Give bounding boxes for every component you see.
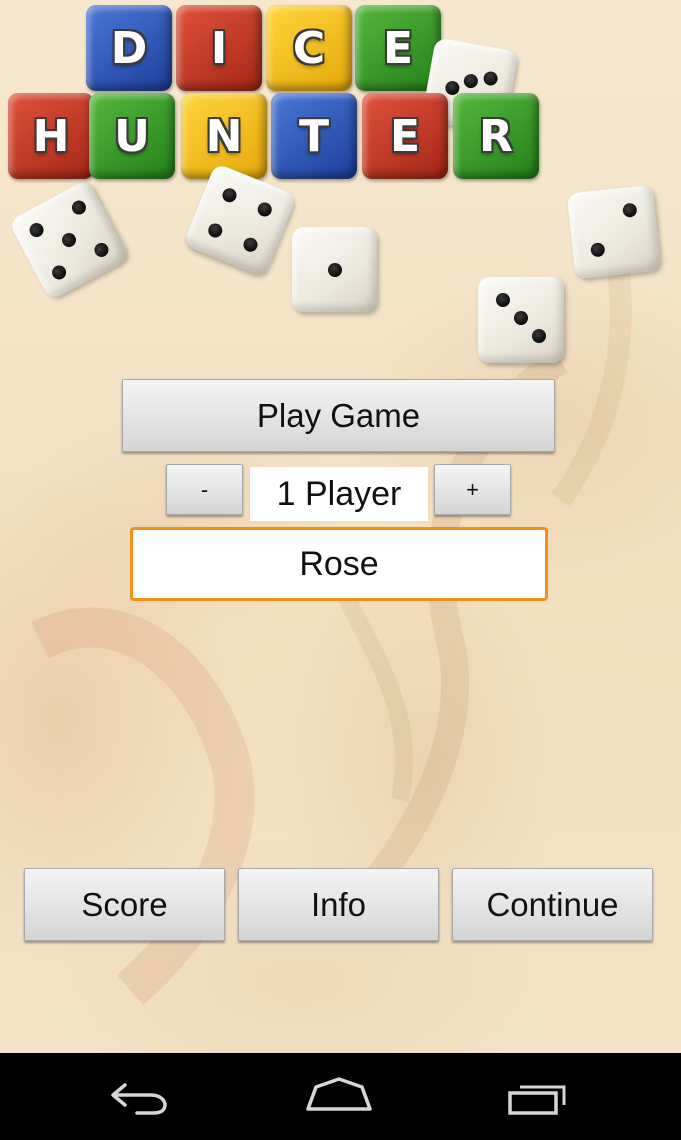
title-letter: N <box>205 110 243 162</box>
title-tile-u: U <box>89 93 175 179</box>
back-arrow-glyph <box>111 1082 167 1115</box>
info-button[interactable]: Info <box>238 868 439 941</box>
home-icon[interactable] <box>294 1053 384 1140</box>
die-two <box>566 184 662 280</box>
title-letter: H <box>32 110 70 162</box>
pip <box>49 262 69 282</box>
title-letter: U <box>114 110 150 162</box>
recent-apps-icon[interactable] <box>494 1053 584 1140</box>
pip <box>590 242 606 258</box>
score-button[interactable]: Score <box>24 868 225 941</box>
die-one <box>292 227 377 312</box>
pip <box>255 200 274 219</box>
die-four <box>182 162 298 278</box>
pip <box>69 198 89 218</box>
title-letter: E <box>382 22 414 74</box>
title-letter: D <box>110 22 148 74</box>
back-icon[interactable] <box>94 1053 184 1140</box>
recent-apps-glyph <box>508 1085 566 1115</box>
decrease-players-button[interactable]: - <box>166 464 243 515</box>
system-navigation-bar <box>0 1053 681 1140</box>
title-tile-r: R <box>453 93 539 179</box>
title-tile-c: C <box>266 5 352 91</box>
title-tile-e2: E <box>362 93 448 179</box>
pip <box>59 230 79 250</box>
continue-button[interactable]: Continue <box>452 868 653 941</box>
title-tile-t: T <box>271 93 357 179</box>
pip <box>27 220 47 240</box>
pip <box>514 311 528 325</box>
title-tile-h: H <box>8 93 94 179</box>
pip <box>220 186 239 205</box>
die-five <box>8 179 130 301</box>
play-game-button[interactable]: Play Game <box>122 379 555 452</box>
title-letter: T <box>298 110 329 162</box>
title-letter: R <box>479 110 513 162</box>
increase-players-button[interactable]: + <box>434 464 511 515</box>
pip <box>482 70 499 87</box>
pip <box>496 293 510 307</box>
pip <box>622 202 638 218</box>
player-count-display: 1 Player <box>250 467 428 521</box>
pip <box>532 329 546 343</box>
player-name-input[interactable] <box>130 527 548 601</box>
title-letter: C <box>292 22 326 74</box>
title-tile-i: I <box>176 5 262 91</box>
pip <box>241 235 260 254</box>
die-three <box>478 277 564 363</box>
title-tile-d: D <box>86 5 172 91</box>
pip <box>206 221 225 240</box>
title-letter: I <box>210 22 228 74</box>
pip <box>462 72 479 90</box>
game-screen: D I C E H U N T E R Play Game - 1 Player… <box>0 0 681 1053</box>
pip <box>91 240 111 260</box>
home-glyph <box>306 1076 372 1111</box>
title-letter: E <box>389 110 421 162</box>
pip <box>328 263 342 277</box>
